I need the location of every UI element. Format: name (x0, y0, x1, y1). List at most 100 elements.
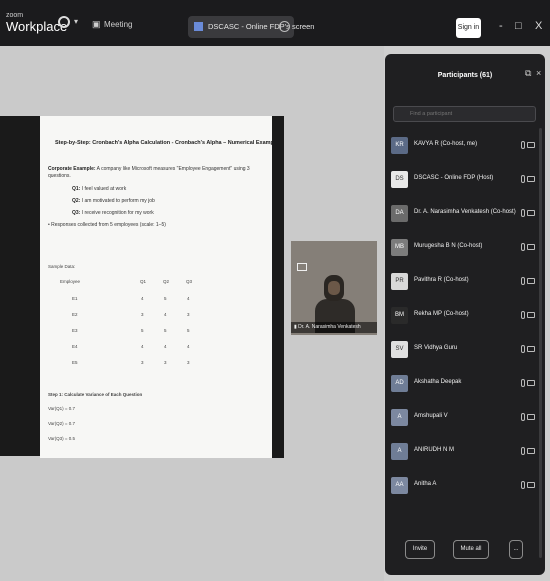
table-cell: 5 (141, 328, 144, 333)
participant-row[interactable]: A ANIRUDH N M (385, 440, 545, 466)
restore-button[interactable]: □ (515, 20, 522, 32)
participant-name: Akshatha Deepak (414, 379, 462, 385)
video-off-icon[interactable] (527, 414, 535, 420)
avatar: AD (391, 375, 408, 392)
question-id: Q3: (72, 210, 81, 216)
avatar: DA (391, 205, 408, 222)
table-cell: 5 (164, 328, 167, 333)
table-header-q1: Q1 (140, 279, 147, 284)
mic-muted-icon[interactable] (521, 481, 525, 489)
video-off-icon[interactable] (527, 210, 535, 216)
step-1-heading: Step 1: Calculate Variance of Each Quest… (48, 392, 143, 397)
screen-share-tab[interactable]: DSCASC - Online FDP's screen (188, 16, 314, 38)
avatar: PR (391, 273, 408, 290)
meeting-icon[interactable]: ▣ (92, 19, 101, 30)
question-text: I receive recognition for my work (81, 210, 154, 216)
presentation-slide: Step-by-Step: Cronbach's Alpha Calculati… (40, 116, 278, 458)
popout-icon[interactable]: ⧉ (525, 68, 531, 79)
video-off-icon[interactable] (527, 142, 535, 148)
table-cell: E5 (72, 360, 78, 365)
mic-muted-icon[interactable] (521, 141, 525, 149)
title-bar: zoom Workplace ▾ ▣ Meeting DSCASC - Onli… (0, 0, 550, 46)
table-header-employee: Employee (60, 279, 81, 284)
question-text: I am motivated to perform my job (81, 198, 155, 204)
video-name: Dr. A. Narasimha Venkatesh (298, 324, 361, 330)
participant-row[interactable]: AA Anitha A (385, 474, 545, 500)
video-off-icon[interactable] (527, 278, 535, 284)
participant-name: ANIRUDH N M (414, 447, 454, 453)
more-options-button[interactable]: ... (509, 540, 523, 559)
mic-muted-icon[interactable] (521, 345, 525, 353)
mic-muted-icon[interactable] (521, 379, 525, 387)
mute-all-button[interactable]: Mute all (453, 540, 489, 559)
wall-frame (297, 263, 307, 271)
share-tab-label: DSCASC - Online FDP's screen (208, 22, 315, 31)
participant-row[interactable]: PR Pavithra R (Co-host) (385, 270, 545, 296)
participant-row[interactable]: BM Rekha MP (Co-host) (385, 304, 545, 330)
table-cell: 4 (164, 344, 167, 349)
meeting-label[interactable]: Meeting (104, 20, 132, 29)
mic-muted-icon[interactable] (521, 243, 525, 251)
participant-name: Anitha A (414, 481, 437, 487)
video-off-icon[interactable] (527, 244, 535, 250)
sample-data-label: Sample Data: (48, 264, 76, 269)
sign-in-button[interactable]: Sign in (456, 18, 481, 38)
globe-icon[interactable] (58, 16, 70, 28)
mic-muted-icon[interactable] (521, 447, 525, 455)
participant-name: Dr. A. Narasimha Venkatesh (Co-host) (414, 209, 516, 215)
participant-name: KAVYA R (Co-host, me) (414, 141, 478, 147)
table-cell: E1 (72, 296, 78, 301)
screen-border-right (272, 116, 284, 458)
video-off-icon[interactable] (527, 176, 535, 182)
participant-name: Pavithra R (Co-host) (414, 277, 469, 283)
minimize-button[interactable]: - (499, 20, 503, 32)
avatar: MB (391, 239, 408, 256)
participant-row[interactable]: DS DSCASC - Online FDP (Host) (385, 168, 545, 194)
mic-icon[interactable] (521, 209, 525, 217)
table-cell: 3 (164, 360, 167, 365)
avatar: SV (391, 341, 408, 358)
participant-row[interactable]: AD Akshatha Deepak (385, 372, 545, 398)
participant-row[interactable]: A Amshupali V (385, 406, 545, 432)
avatar: KR (391, 137, 408, 154)
mic-muted-icon[interactable] (521, 175, 525, 183)
video-tile[interactable]: ▮ Dr. A. Narasimha Venkatesh (291, 241, 377, 335)
video-off-icon[interactable] (527, 312, 535, 318)
table-cell: E4 (72, 344, 78, 349)
video-off-icon[interactable] (527, 448, 535, 454)
table-cell: E2 (72, 312, 78, 317)
video-off-icon[interactable] (527, 482, 535, 488)
intro-text: Corporate Example: A company like Micros… (48, 166, 250, 172)
video-off-icon[interactable] (527, 380, 535, 386)
question-id: Q2: (72, 198, 81, 204)
video-off-icon[interactable] (527, 346, 535, 352)
intro-body: A company like Microsoft measures "Emplo… (96, 166, 250, 172)
video-name-label: ▮ Dr. A. Narasimha Venkatesh (291, 322, 377, 333)
question-text: I feel valued at work (81, 186, 127, 192)
table-cell: 5 (187, 328, 190, 333)
participant-search-input[interactable] (393, 106, 536, 122)
participant-name: Murugesha B N (Co-host) (414, 243, 483, 249)
intro-line2: questions. (48, 173, 71, 179)
intro-label: Corporate Example: (48, 166, 96, 172)
table-cell: E3 (72, 328, 78, 333)
avatar: A (391, 409, 408, 426)
participant-row[interactable]: KR KAVYA R (Co-host, me) (385, 134, 545, 160)
invite-button[interactable]: Invite (405, 540, 435, 559)
mic-muted-icon[interactable] (521, 311, 525, 319)
participant-name: Amshupali V (414, 413, 448, 419)
close-button[interactable]: X (535, 20, 542, 32)
participant-row[interactable]: MB Murugesha B N (Co-host) (385, 236, 545, 262)
table-cell: 4 (141, 344, 144, 349)
slide-title: Step-by-Step: Cronbach's Alpha Calculati… (55, 140, 279, 146)
share-screen-icon (194, 22, 203, 31)
share-status-icon (279, 21, 290, 32)
screen-border-left (0, 116, 40, 456)
chevron-down-icon[interactable]: ▾ (74, 17, 78, 26)
question-1: Q1: I feel valued at work (72, 186, 126, 192)
close-icon[interactable]: × (536, 68, 541, 78)
mic-muted-icon[interactable] (521, 413, 525, 421)
participant-row[interactable]: SV SR Vidhya Guru (385, 338, 545, 364)
participant-row[interactable]: DA Dr. A. Narasimha Venkatesh (Co-host) (385, 202, 545, 228)
mic-muted-icon[interactable] (521, 277, 525, 285)
